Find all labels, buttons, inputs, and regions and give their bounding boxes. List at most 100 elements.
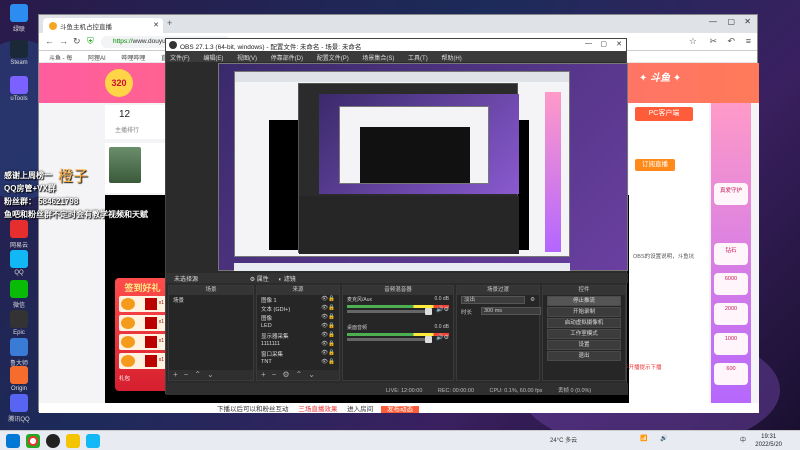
gift-row[interactable]: x1 [119,334,166,350]
visibility-lock-icon[interactable]: 👁🔒 [321,323,335,329]
exit-button[interactable]: 退出 [547,351,621,361]
menu-docks[interactable]: 停靠部件(D) [271,56,303,62]
ime-indicator[interactable]: 中 [740,435,746,444]
app-icon[interactable] [86,434,100,448]
obs-preview[interactable] [218,63,628,271]
scene-item[interactable]: 场景 [169,295,253,304]
studio-mode-button[interactable]: 工作室模式 [547,329,621,339]
maximize-icon[interactable]: ▢ [727,17,735,26]
desktop-icon[interactable]: QQ [4,250,34,276]
visibility-lock-icon[interactable]: 👁🔒 [321,332,335,338]
menu-view[interactable]: 视图(V) [237,56,257,62]
visibility-lock-icon[interactable]: 👁🔒 [321,305,335,311]
side-rank-item[interactable]: 600 [714,363,748,385]
move-down-icon[interactable]: ⌄ [207,370,214,379]
source-item[interactable]: TNT 👁🔒 [257,358,339,367]
clock[interactable]: 19:31 2022/5/20 [755,433,782,449]
folder-icon[interactable] [66,434,80,448]
side-rank-item[interactable]: 6000 [714,273,748,295]
desktop-icon[interactable]: Origin [4,366,34,392]
desktop-icon[interactable]: 鲁大师 [4,338,34,367]
bookmark-item[interactable]: 阿狸AI [88,56,106,62]
obs-icon[interactable] [46,434,60,448]
start-recording-button[interactable]: 开始录制 [547,307,621,317]
volume-slider[interactable] [347,336,432,343]
minimize-icon[interactable]: — [585,40,592,47]
source-item[interactable]: 窗口采集 👁🔒 [257,349,339,358]
close-window-icon[interactable]: ✕ [616,40,622,48]
desktop-icon[interactable]: 腾讯QQ [4,394,34,423]
filters-button[interactable]: 滤镜 [284,277,296,283]
bookmark-item[interactable]: 斗鱼 - 每 [49,56,72,62]
source-item[interactable]: 显示器采集 👁🔒 [257,331,339,340]
move-up-icon[interactable]: ⌃ [296,370,303,379]
desktop-icon[interactable]: uTools [4,76,34,102]
filter-icon[interactable]: ◐ [278,277,282,283]
douyu-logo[interactable]: 320 [105,69,133,97]
source-item[interactable]: LED 👁🔒 [257,322,339,331]
mute-gear-icon[interactable]: 🔊⚙ [436,334,449,341]
side-rank-item[interactable]: 真爱守护 [714,183,748,205]
desktop-icon[interactable]: 网易云 [4,220,34,249]
shield-icon[interactable]: ⛨ [87,36,94,47]
source-item[interactable]: 文本 (GDI+) 👁🔒 [257,304,339,313]
gift-row[interactable]: x1 [119,296,166,312]
slider-handle[interactable] [424,336,432,343]
gear-icon[interactable]: ⚙ [530,297,535,303]
forward-icon[interactable]: → [59,36,68,46]
reload-icon[interactable]: ↻ [73,36,81,47]
remove-icon[interactable]: − [184,370,189,379]
visibility-lock-icon[interactable]: 👁🔒 [321,314,335,320]
back-icon[interactable]: ← [45,36,54,46]
maximize-icon[interactable]: ▢ [600,40,607,48]
duration-input[interactable]: 300 ms [481,307,541,315]
desktop-icon[interactable]: 绿联 [4,4,34,33]
bookmark-item[interactable]: 哔哩哔哩 [121,56,145,62]
weather-widget[interactable]: 24°C 多云 [550,435,577,444]
close-window-icon[interactable]: ✕ [744,17,751,26]
browser-tab[interactable]: 斗鱼主机占控直播 ✕ [43,18,163,33]
remove-icon[interactable]: − [272,370,277,379]
enter-room-link[interactable]: 进入房间 [347,406,373,413]
menu-profile[interactable]: 配置文件(P) [317,56,349,62]
pc-client-button[interactable]: PC客户端 [635,107,693,121]
side-rank-item[interactable]: 2000 [714,303,748,325]
mute-gear-icon[interactable]: 🔊⚙ [436,306,449,313]
close-icon[interactable]: ✕ [153,21,159,29]
visibility-lock-icon[interactable]: 👁🔒 [321,341,335,347]
menu-tools[interactable]: 工具(T) [408,56,428,62]
side-rank-item[interactable]: 钻石 [714,243,748,265]
visibility-lock-icon[interactable]: 👁🔒 [321,359,335,365]
volume-slider[interactable] [347,308,432,315]
virtual-camera-button[interactable]: 启动虚拟摄像机 [547,318,621,328]
star-icon[interactable]: ☆ [689,36,697,47]
avatar[interactable] [109,147,141,183]
gear-icon[interactable]: ⚙ [250,277,255,283]
stop-streaming-button[interactable]: 停止推流 [547,296,621,306]
gear-icon[interactable]: ⚙ [282,370,289,379]
subscribe-button[interactable]: 订阅直播 [635,159,675,171]
minimize-icon[interactable]: — [709,17,717,26]
volume-icon[interactable]: 🔊 [660,435,667,442]
menu-icon[interactable]: ≡ [746,36,751,46]
desktop-icon[interactable]: Steam [4,40,34,66]
network-icon[interactable]: 📶 [640,435,647,442]
visibility-lock-icon[interactable]: 👁🔒 [321,296,335,302]
move-up-icon[interactable]: ⌃ [194,370,201,379]
history-icon[interactable]: ↶ [727,36,735,47]
source-item[interactable]: 1111111 👁🔒 [257,340,339,349]
menu-help[interactable]: 帮助(H) [441,56,461,62]
settings-button[interactable]: 设置 [547,340,621,350]
new-tab-icon[interactable]: + [167,18,172,28]
move-down-icon[interactable]: ⌄ [308,370,315,379]
add-icon[interactable]: + [261,370,266,379]
source-item[interactable]: 图像 👁🔒 [257,313,339,322]
extensions-icon[interactable]: ✂ [709,36,717,47]
slider-handle[interactable] [424,308,432,315]
side-rank-item[interactable]: 1000 [714,333,748,355]
add-icon[interactable]: + [173,370,178,379]
chrome-icon[interactable] [26,434,40,448]
start-icon[interactable] [6,434,20,448]
desktop-icon[interactable]: 微信 [4,280,34,309]
menu-file[interactable]: 文件(F) [170,56,190,62]
